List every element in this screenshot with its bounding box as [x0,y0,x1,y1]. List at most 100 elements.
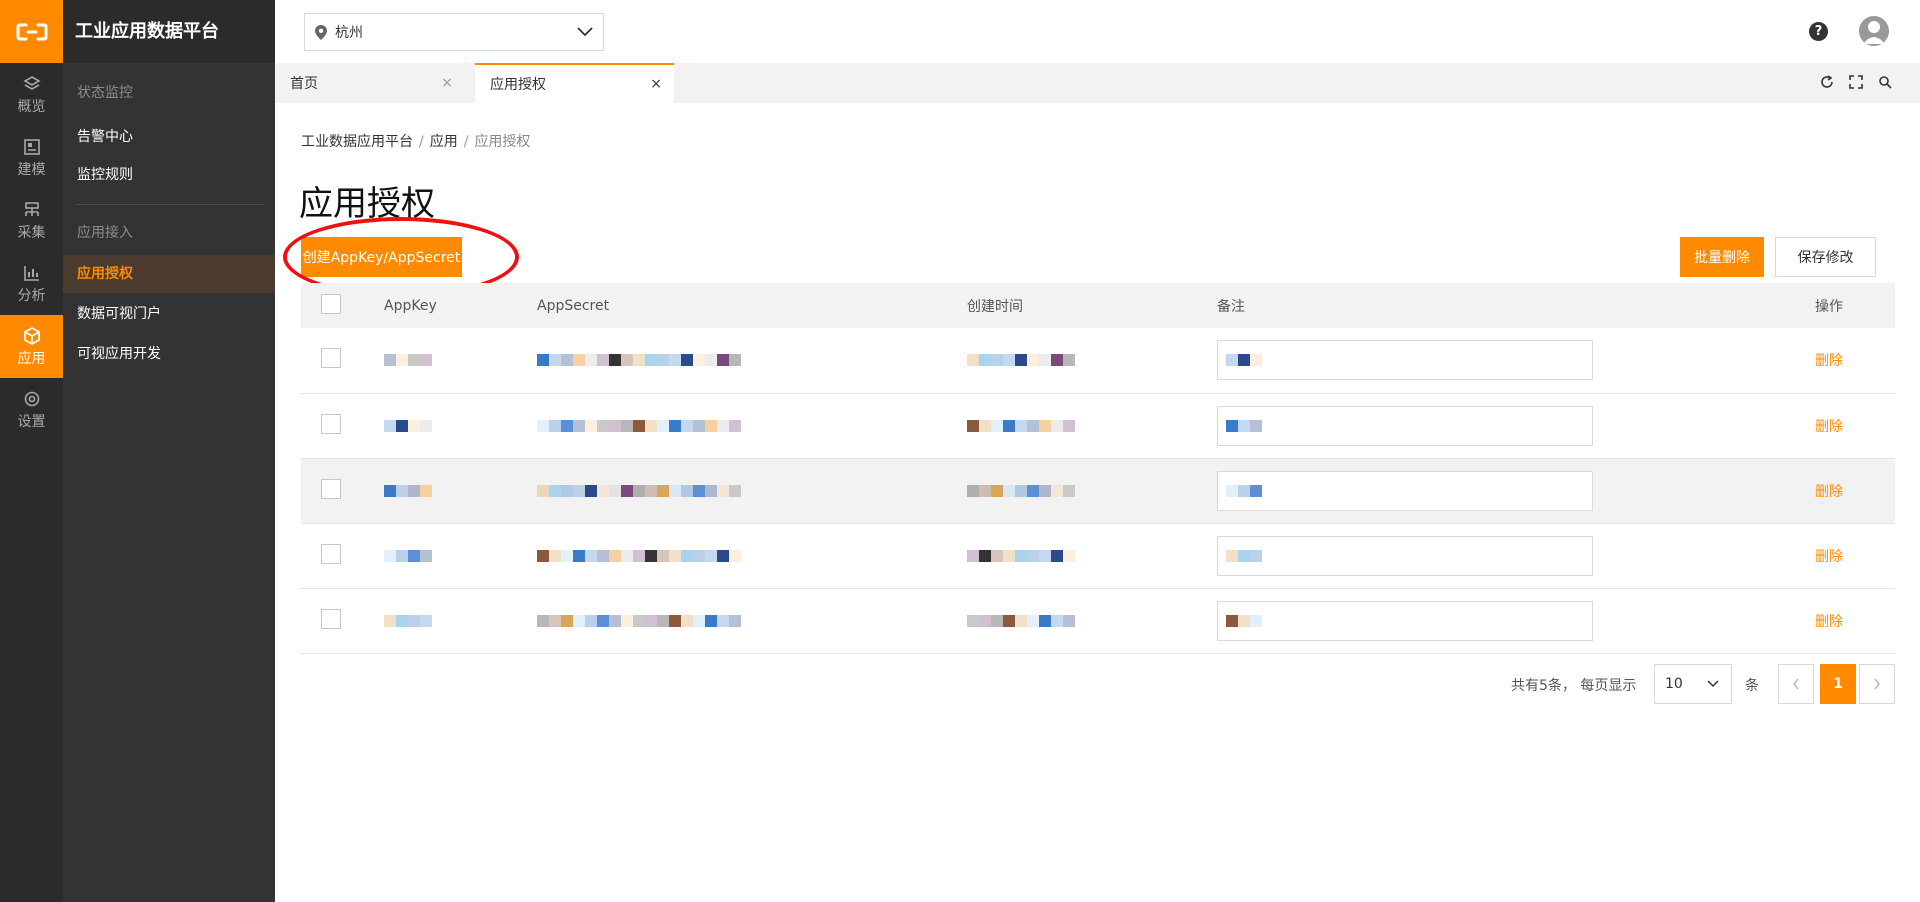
breadcrumb-item[interactable]: 应用 [430,134,458,150]
cell-created [967,588,1217,654]
table-row: 删除 [301,393,1895,459]
sidebar-item-app-auth[interactable]: 应用授权 [63,255,275,293]
sidebar-item-data-portal[interactable]: 数据可视门户 [63,295,275,333]
collect-icon [23,200,41,220]
rail-item-label: 应用 [17,350,46,367]
redacted-block [1226,350,1262,370]
rail-item-3[interactable]: 分析 [0,252,63,315]
sidebar-item-monitor-rules[interactable]: 监控规则 [63,156,275,194]
cell-appkey [384,458,537,524]
note-input[interactable] [1217,340,1593,381]
note-input[interactable] [1217,600,1593,641]
help-icon[interactable]: ? [1809,22,1828,41]
cell-created [967,393,1217,459]
location-pin-icon [315,24,327,40]
create-appkey-button[interactable]: 创建AppKey/AppSecret [301,237,462,277]
model-icon [23,137,41,157]
page-button-current[interactable]: 1 [1820,664,1856,704]
rail-item-0[interactable]: 概览 [0,63,63,126]
column-header-actions: 操作 [1815,283,1895,328]
table-row: 删除 [301,523,1895,589]
next-page-button[interactable] [1859,664,1895,704]
delete-link[interactable]: 删除 [1815,419,1843,435]
page-size-value: 10 [1665,676,1683,692]
appkey-table: AppKey AppSecret 创建时间 备注 操作 删除 删除 删除 删除 删除 [301,283,1895,654]
sidebar-item-alarm-center[interactable]: 告警中心 [63,118,275,156]
rail-item-5[interactable]: 设置 [0,378,63,441]
redacted-block [384,350,537,370]
note-input[interactable] [1217,470,1593,511]
tab-tools [1820,75,1892,89]
redacted-block [537,350,967,370]
column-header-appsecret: AppSecret [537,283,967,328]
fullscreen-icon[interactable] [1849,75,1863,89]
cell-appsecret [537,328,967,394]
close-icon[interactable]: × [441,75,453,91]
tab-bar: 首页 × 应用授权 × [275,63,1920,103]
breadcrumb-item[interactable]: 工业数据应用平台 [301,134,413,150]
chevron-right-icon [1874,678,1880,690]
pagination-total: 共有5条， 每页显示 [1511,678,1637,694]
cell-created [967,328,1217,394]
note-input[interactable] [1217,405,1593,446]
delete-link[interactable]: 删除 [1815,614,1843,630]
city-select-value: 杭州 [335,25,363,41]
logo-icon[interactable] [0,0,63,63]
delete-link[interactable]: 删除 [1815,353,1843,369]
rail-item-label: 分析 [17,287,46,304]
redacted-block [384,416,537,436]
tab-home[interactable]: 首页 × [275,63,465,103]
redacted-block [1226,416,1262,436]
save-changes-button[interactable]: 保存修改 [1775,237,1876,277]
row-checkbox[interactable] [321,478,341,499]
column-header-appkey: AppKey [384,283,537,328]
select-all-checkbox[interactable] [321,293,341,314]
rail-item-2[interactable]: 采集 [0,189,63,252]
redacted-block [967,481,1217,501]
sidebar: 工业应用数据平台 状态监控 告警中心 监控规则 应用接入 应用授权 数据可视门户… [63,0,275,902]
row-checkbox[interactable] [321,348,341,369]
redacted-block [967,350,1217,370]
refresh-icon[interactable] [1820,75,1834,89]
cell-appsecret [537,458,967,524]
rail-item-1[interactable]: 建模 [0,126,63,189]
cell-appsecret [537,393,967,459]
note-input[interactable] [1217,535,1593,576]
delete-link[interactable]: 删除 [1815,484,1843,500]
close-icon[interactable]: × [650,76,662,92]
pagination: 共有5条， 每页显示 10 条 1 [275,664,1895,704]
cube-icon [23,326,41,346]
icon-rail: 概览 建模采集分析应用设置 [0,0,63,902]
tab-app-auth[interactable]: 应用授权 × [475,63,674,103]
settings-icon [23,389,41,409]
redacted-block [537,481,967,501]
row-checkbox[interactable] [321,543,341,564]
breadcrumb-item: 应用授权 [474,134,531,150]
cell-appkey [384,328,537,394]
batch-delete-button[interactable]: 批量删除 [1680,237,1764,277]
rail-item-4[interactable]: 应用 [0,315,63,378]
city-select[interactable]: 杭州 [304,13,604,51]
tab-label: 应用授权 [490,77,546,93]
cell-appkey [384,523,537,589]
redacted-block [967,611,1217,631]
redacted-block [1226,611,1262,631]
rail-item-label: 设置 [17,413,46,430]
top-bar: 杭州 ? [275,0,1920,63]
sidebar-divider [77,204,265,205]
rail-item-label: 采集 [17,224,46,241]
prev-page-button[interactable] [1778,664,1814,704]
page-size-select[interactable]: 10 [1654,664,1732,704]
row-checkbox[interactable] [321,413,341,434]
chevron-down-icon [1707,680,1719,688]
search-icon[interactable] [1878,75,1892,89]
sidebar-group-monitor: 状态监控 [77,85,133,101]
page-size-unit: 条 [1745,678,1759,694]
row-checkbox[interactable] [321,608,341,629]
cell-appkey [384,588,537,654]
avatar[interactable] [1859,16,1889,46]
delete-link[interactable]: 删除 [1815,549,1843,565]
redacted-block [537,611,967,631]
sidebar-item-visual-dev[interactable]: 可视应用开发 [63,335,275,373]
redacted-block [384,546,537,566]
